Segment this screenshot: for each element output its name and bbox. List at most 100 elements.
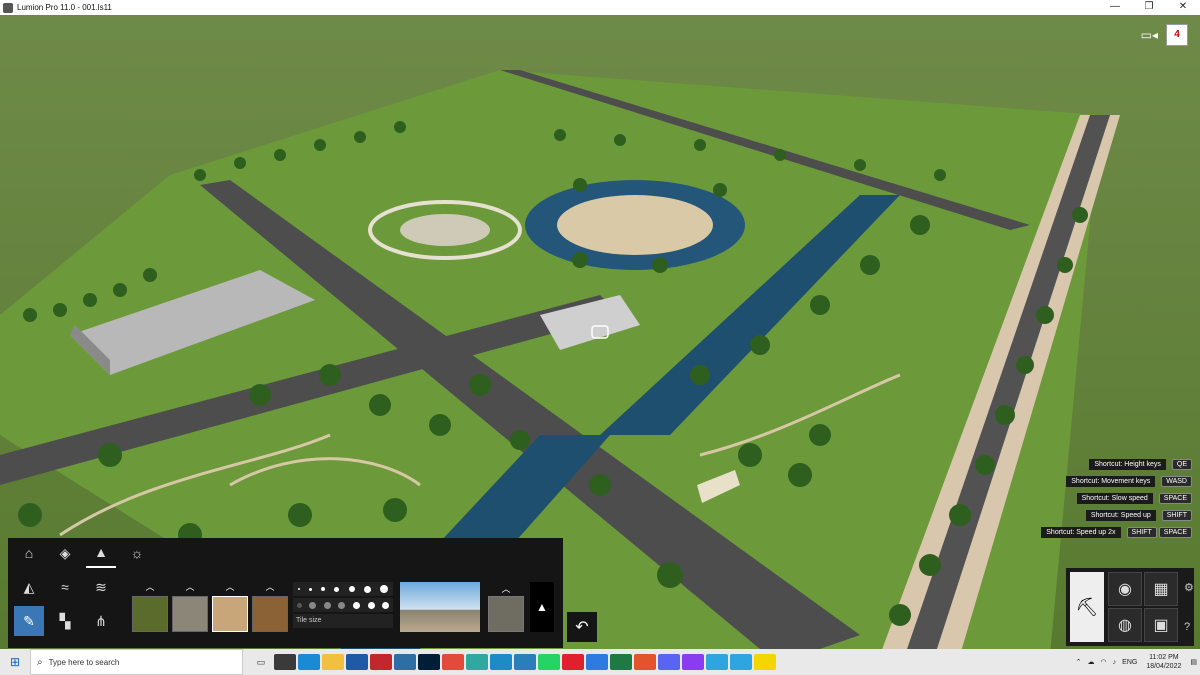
task-view-icon[interactable]: ▭ — [250, 654, 272, 670]
app-icon[interactable] — [490, 654, 512, 670]
search-placeholder: Type here to search — [48, 657, 120, 667]
material-icon[interactable]: ▚ — [50, 606, 80, 636]
lumion-app-icon — [3, 2, 13, 13]
height-mountain-icon[interactable]: ▲ — [86, 538, 116, 568]
window-title: Lumion Pro 11.0 - 001.ls11 — [17, 3, 112, 12]
paint-icon[interactable]: ◈ — [50, 538, 80, 568]
taskbar-search[interactable]: ⌕ Type here to search — [30, 649, 243, 675]
tray-arrow-icon[interactable]: ⌃ — [1076, 658, 1082, 666]
shortcut-key: SPACE — [1158, 493, 1192, 504]
shortcut-row: Shortcut: Speed up SHIFT — [852, 509, 1192, 522]
water-icon[interactable]: ≈ — [50, 572, 80, 602]
brush-strength-row[interactable] — [293, 598, 393, 612]
chevron-up-icon[interactable]: ︿ — [252, 582, 288, 592]
video-camera-icon[interactable]: ▭◂ — [1141, 28, 1158, 42]
app-icon[interactable] — [634, 654, 656, 670]
shortcut-key: QE — [1171, 459, 1192, 470]
shortcut-label: Shortcut: Speed up — [1085, 510, 1156, 521]
telegram-icon[interactable] — [706, 654, 728, 670]
lumion-taskbar-icon[interactable] — [394, 654, 416, 670]
shortcut-label: Shortcut: Slow speed — [1076, 493, 1153, 504]
movie-mode-button[interactable]: ▦ — [1144, 572, 1178, 606]
grass-icon[interactable]: ⋔ — [86, 606, 116, 636]
brush-size-row[interactable] — [293, 582, 393, 596]
calculator-icon[interactable] — [274, 654, 296, 670]
window-controls: — ❐ ✕ — [1098, 0, 1200, 15]
help-icon[interactable]: ? — [1184, 621, 1194, 633]
shortcut-key: SPACE — [1158, 527, 1192, 538]
raise-terrain-icon[interactable]: ◭ — [14, 572, 44, 602]
brush-settings: Tile size — [293, 582, 393, 632]
tile-size-slider[interactable]: Tile size — [293, 614, 393, 628]
system-tray: ⌃ ☁ ◠ ♪ ENG 11:02 PM 18/04/2022 ▤ — [1073, 649, 1200, 675]
camera-icon: ◉ — [1118, 581, 1132, 598]
opera-icon[interactable] — [562, 654, 584, 670]
film-icon: ▦ — [1153, 581, 1169, 598]
texture-slot-soil[interactable] — [252, 596, 288, 632]
language-indicator[interactable]: ENG — [1122, 659, 1137, 666]
app-icon[interactable] — [514, 654, 536, 670]
search-icon: ⌕ — [37, 656, 43, 668]
whatsapp-icon[interactable] — [538, 654, 560, 670]
minimize-button[interactable]: — — [1098, 0, 1132, 15]
edge-browser-icon[interactable] — [298, 654, 320, 670]
windows-taskbar: ⊞ ⌕ Type here to search ▭ ⌃ ☁ ◠ ♪ ENG 11… — [0, 649, 1200, 675]
close-button[interactable]: ✕ — [1166, 0, 1200, 15]
brush-icon[interactable]: ✎ — [14, 606, 44, 636]
notification-badge[interactable]: 4 — [1166, 24, 1188, 46]
taskbar-apps: ▭ — [249, 654, 777, 670]
clock-date: 18/04/2022 — [1146, 663, 1182, 670]
sketchup-icon[interactable] — [346, 654, 368, 670]
volume-icon[interactable]: ♪ — [1113, 659, 1117, 666]
chevron-up-icon[interactable]: ︿ — [212, 582, 248, 592]
globe-icon: ◍ — [1118, 617, 1132, 634]
sticky-notes-icon[interactable] — [754, 654, 776, 670]
file-explorer-icon[interactable] — [322, 654, 344, 670]
onedrive-icon[interactable]: ☁ — [1088, 658, 1095, 666]
restore-button[interactable]: ❐ — [1132, 0, 1166, 15]
chrome-profile-icon[interactable] — [466, 654, 488, 670]
clock[interactable]: 11:02 PM 18/04/2022 — [1146, 653, 1181, 671]
title-bar: Lumion Pro 11.0 - 001.ls11 — ❐ ✕ — [0, 0, 1200, 15]
texture-slot-sand[interactable] — [212, 596, 248, 632]
wifi-icon[interactable]: ◠ — [1101, 658, 1107, 666]
ocean-icon[interactable]: ≋ — [86, 572, 116, 602]
shortcut-key: SHIFT — [1161, 510, 1192, 521]
panorama-mode-button[interactable]: ◍ — [1108, 608, 1142, 642]
landscape-preview-thumbnail[interactable] — [400, 582, 480, 632]
chrome-icon[interactable] — [442, 654, 464, 670]
texture-slot-rock[interactable] — [488, 596, 524, 632]
home-icon[interactable]: ⌂ — [14, 538, 44, 568]
mode-grid: ◉ ▦ ◍ ▣ — [1108, 572, 1178, 646]
shortcut-row: Shortcut: Height keys QE — [852, 458, 1192, 471]
chevron-up-icon[interactable]: ︿ — [172, 582, 208, 592]
photoshop-icon[interactable] — [418, 654, 440, 670]
app-icon[interactable] — [682, 654, 704, 670]
shortcut-row: Shortcut: Movement keys WASD — [852, 475, 1192, 488]
shortcut-label: Shortcut: Movement keys — [1066, 476, 1156, 487]
notifications-icon[interactable]: ▤ — [1190, 658, 1197, 666]
settings-gear-icon[interactable]: ⚙ — [1184, 581, 1194, 594]
worker-icon: ⛏ — [1075, 596, 1099, 617]
shortcut-row: Shortcut: Slow speed SPACE — [852, 492, 1192, 505]
autocad-icon[interactable] — [370, 654, 392, 670]
shortcut-key: WASD — [1161, 476, 1192, 487]
photo-mode-button[interactable]: ◉ — [1108, 572, 1142, 606]
weather-sun-icon[interactable]: ☼ — [122, 538, 152, 568]
telegram-icon[interactable] — [730, 654, 752, 670]
build-mode-button[interactable]: ⛏ — [1070, 572, 1104, 642]
panel-side-buttons: ⚙ ? — [1184, 568, 1194, 646]
excel-icon[interactable] — [610, 654, 632, 670]
discord-icon[interactable] — [658, 654, 680, 670]
mode-panel: ⛏ ◉ ▦ ◍ ▣ ⚙ ? — [1066, 568, 1194, 646]
windows-start-icon[interactable]: ⊞ — [0, 655, 30, 669]
clock-time: 11:02 PM — [1149, 654, 1179, 661]
mountain-settings-icon[interactable]: ▲ — [530, 582, 554, 632]
todo-icon[interactable] — [586, 654, 608, 670]
save-button[interactable]: ▣ — [1144, 608, 1178, 642]
chevron-up-icon[interactable]: ︿ — [488, 582, 524, 594]
texture-slot-gravel[interactable] — [172, 596, 208, 632]
chevron-up-icon[interactable]: ︿ — [132, 582, 168, 592]
undo-button[interactable]: ↶ — [567, 612, 597, 642]
texture-slot-grass[interactable] — [132, 596, 168, 632]
